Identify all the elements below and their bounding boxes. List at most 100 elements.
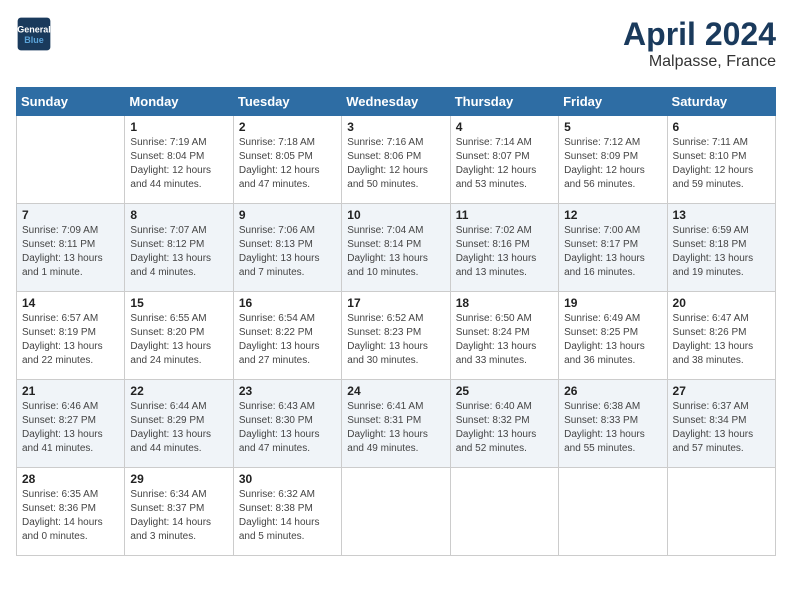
cell-info: Sunrise: 7:07 AM Sunset: 8:12 PM Dayligh… bbox=[130, 224, 227, 280]
day-number: 12 bbox=[564, 208, 661, 222]
svg-text:Blue: Blue bbox=[24, 35, 44, 45]
day-number: 20 bbox=[673, 296, 770, 310]
calendar-cell: 16 Sunrise: 6:54 AM Sunset: 8:22 PM Dayli… bbox=[233, 292, 341, 380]
cell-info: Sunrise: 7:19 AM Sunset: 8:04 PM Dayligh… bbox=[130, 136, 227, 192]
calendar-cell: 9 Sunrise: 7:06 AM Sunset: 8:13 PM Daylig… bbox=[233, 204, 341, 292]
week-row-1: 1 Sunrise: 7:19 AM Sunset: 8:04 PM Daylig… bbox=[17, 116, 776, 204]
calendar-cell: 10 Sunrise: 7:04 AM Sunset: 8:14 PM Dayli… bbox=[342, 204, 450, 292]
cell-info: Sunrise: 7:16 AM Sunset: 8:06 PM Dayligh… bbox=[347, 136, 444, 192]
day-number: 26 bbox=[564, 384, 661, 398]
cell-info: Sunrise: 7:14 AM Sunset: 8:07 PM Dayligh… bbox=[456, 136, 553, 192]
calendar-cell: 8 Sunrise: 7:07 AM Sunset: 8:12 PM Daylig… bbox=[125, 204, 233, 292]
page-header: General Blue April 2024 Malpasse, France bbox=[16, 16, 776, 71]
day-number: 1 bbox=[130, 120, 227, 134]
cell-info: Sunrise: 6:46 AM Sunset: 8:27 PM Dayligh… bbox=[22, 400, 119, 456]
day-number: 16 bbox=[239, 296, 336, 310]
day-number: 13 bbox=[673, 208, 770, 222]
calendar-cell bbox=[17, 116, 125, 204]
cell-info: Sunrise: 6:43 AM Sunset: 8:30 PM Dayligh… bbox=[239, 400, 336, 456]
day-number: 29 bbox=[130, 472, 227, 486]
calendar-cell: 24 Sunrise: 6:41 AM Sunset: 8:31 PM Dayli… bbox=[342, 380, 450, 468]
cell-info: Sunrise: 7:06 AM Sunset: 8:13 PM Dayligh… bbox=[239, 224, 336, 280]
cell-info: Sunrise: 7:12 AM Sunset: 8:09 PM Dayligh… bbox=[564, 136, 661, 192]
calendar-cell bbox=[342, 468, 450, 556]
day-number: 18 bbox=[456, 296, 553, 310]
cell-info: Sunrise: 7:02 AM Sunset: 8:16 PM Dayligh… bbox=[456, 224, 553, 280]
location: Malpasse, France bbox=[623, 53, 776, 71]
month-title: April 2024 bbox=[623, 16, 776, 53]
calendar-cell: 1 Sunrise: 7:19 AM Sunset: 8:04 PM Daylig… bbox=[125, 116, 233, 204]
day-number: 21 bbox=[22, 384, 119, 398]
calendar-cell: 20 Sunrise: 6:47 AM Sunset: 8:26 PM Dayli… bbox=[667, 292, 775, 380]
cell-info: Sunrise: 6:55 AM Sunset: 8:20 PM Dayligh… bbox=[130, 312, 227, 368]
day-number: 23 bbox=[239, 384, 336, 398]
calendar-body: 1 Sunrise: 7:19 AM Sunset: 8:04 PM Daylig… bbox=[17, 116, 776, 556]
calendar-cell: 7 Sunrise: 7:09 AM Sunset: 8:11 PM Daylig… bbox=[17, 204, 125, 292]
calendar-cell: 15 Sunrise: 6:55 AM Sunset: 8:20 PM Dayli… bbox=[125, 292, 233, 380]
cell-info: Sunrise: 7:18 AM Sunset: 8:05 PM Dayligh… bbox=[239, 136, 336, 192]
day-number: 17 bbox=[347, 296, 444, 310]
cell-info: Sunrise: 6:41 AM Sunset: 8:31 PM Dayligh… bbox=[347, 400, 444, 456]
cell-info: Sunrise: 6:35 AM Sunset: 8:36 PM Dayligh… bbox=[22, 488, 119, 544]
calendar-table: SundayMondayTuesdayWednesdayThursdayFrid… bbox=[16, 87, 776, 556]
col-header-wednesday: Wednesday bbox=[342, 88, 450, 116]
calendar-cell bbox=[559, 468, 667, 556]
calendar-cell: 3 Sunrise: 7:16 AM Sunset: 8:06 PM Daylig… bbox=[342, 116, 450, 204]
cell-info: Sunrise: 6:44 AM Sunset: 8:29 PM Dayligh… bbox=[130, 400, 227, 456]
calendar-cell: 14Sunrise: 6:57 AM Sunset: 8:19 PM Dayli… bbox=[17, 292, 125, 380]
logo: General Blue bbox=[16, 16, 52, 52]
cell-info: Sunrise: 7:09 AM Sunset: 8:11 PM Dayligh… bbox=[22, 224, 119, 280]
calendar-cell: 21 Sunrise: 6:46 AM Sunset: 8:27 PM Dayli… bbox=[17, 380, 125, 468]
cell-info: Sunrise: 6:50 AM Sunset: 8:24 PM Dayligh… bbox=[456, 312, 553, 368]
day-number: 10 bbox=[347, 208, 444, 222]
cell-info: Sunrise: 6:54 AM Sunset: 8:22 PM Dayligh… bbox=[239, 312, 336, 368]
calendar-cell: 22 Sunrise: 6:44 AM Sunset: 8:29 PM Dayli… bbox=[125, 380, 233, 468]
calendar-cell: 2Sunrise: 7:18 AM Sunset: 8:05 PM Daylig… bbox=[233, 116, 341, 204]
week-row-4: 21 Sunrise: 6:46 AM Sunset: 8:27 PM Dayli… bbox=[17, 380, 776, 468]
day-number: 24 bbox=[347, 384, 444, 398]
calendar-cell bbox=[667, 468, 775, 556]
col-header-monday: Monday bbox=[125, 88, 233, 116]
week-row-5: 28Sunrise: 6:35 AM Sunset: 8:36 PM Dayli… bbox=[17, 468, 776, 556]
day-number: 15 bbox=[130, 296, 227, 310]
cell-info: Sunrise: 6:34 AM Sunset: 8:37 PM Dayligh… bbox=[130, 488, 227, 544]
cell-info: Sunrise: 6:59 AM Sunset: 8:18 PM Dayligh… bbox=[673, 224, 770, 280]
cell-info: Sunrise: 6:49 AM Sunset: 8:25 PM Dayligh… bbox=[564, 312, 661, 368]
day-number: 22 bbox=[130, 384, 227, 398]
day-number: 19 bbox=[564, 296, 661, 310]
calendar-cell bbox=[450, 468, 558, 556]
day-number: 27 bbox=[673, 384, 770, 398]
logo-icon: General Blue bbox=[16, 16, 52, 52]
day-number: 7 bbox=[22, 208, 119, 222]
col-header-tuesday: Tuesday bbox=[233, 88, 341, 116]
day-number: 4 bbox=[456, 120, 553, 134]
day-number: 14 bbox=[22, 296, 119, 310]
cell-info: Sunrise: 6:52 AM Sunset: 8:23 PM Dayligh… bbox=[347, 312, 444, 368]
col-header-saturday: Saturday bbox=[667, 88, 775, 116]
day-number: 3 bbox=[347, 120, 444, 134]
calendar-cell: 4 Sunrise: 7:14 AM Sunset: 8:07 PM Daylig… bbox=[450, 116, 558, 204]
calendar-header: SundayMondayTuesdayWednesdayThursdayFrid… bbox=[17, 88, 776, 116]
calendar-cell: 13 Sunrise: 6:59 AM Sunset: 8:18 PM Dayli… bbox=[667, 204, 775, 292]
day-number: 25 bbox=[456, 384, 553, 398]
day-number: 5 bbox=[564, 120, 661, 134]
title-block: April 2024 Malpasse, France bbox=[623, 16, 776, 71]
day-number: 6 bbox=[673, 120, 770, 134]
cell-info: Sunrise: 6:47 AM Sunset: 8:26 PM Dayligh… bbox=[673, 312, 770, 368]
calendar-cell: 19 Sunrise: 6:49 AM Sunset: 8:25 PM Dayli… bbox=[559, 292, 667, 380]
cell-info: Sunrise: 7:04 AM Sunset: 8:14 PM Dayligh… bbox=[347, 224, 444, 280]
cell-info: Sunrise: 6:37 AM Sunset: 8:34 PM Dayligh… bbox=[673, 400, 770, 456]
cell-info: Sunrise: 6:32 AM Sunset: 8:38 PM Dayligh… bbox=[239, 488, 336, 544]
calendar-cell: 30 Sunrise: 6:32 AM Sunset: 8:38 PM Dayli… bbox=[233, 468, 341, 556]
week-row-3: 14Sunrise: 6:57 AM Sunset: 8:19 PM Dayli… bbox=[17, 292, 776, 380]
calendar-cell: 17 Sunrise: 6:52 AM Sunset: 8:23 PM Dayli… bbox=[342, 292, 450, 380]
calendar-cell: 5 Sunrise: 7:12 AM Sunset: 8:09 PM Daylig… bbox=[559, 116, 667, 204]
day-number: 11 bbox=[456, 208, 553, 222]
header-row: SundayMondayTuesdayWednesdayThursdayFrid… bbox=[17, 88, 776, 116]
day-number: 30 bbox=[239, 472, 336, 486]
svg-text:General: General bbox=[17, 24, 51, 34]
cell-info: Sunrise: 6:40 AM Sunset: 8:32 PM Dayligh… bbox=[456, 400, 553, 456]
day-number: 9 bbox=[239, 208, 336, 222]
calendar-cell: 6Sunrise: 7:11 AM Sunset: 8:10 PM Daylig… bbox=[667, 116, 775, 204]
day-number: 8 bbox=[130, 208, 227, 222]
